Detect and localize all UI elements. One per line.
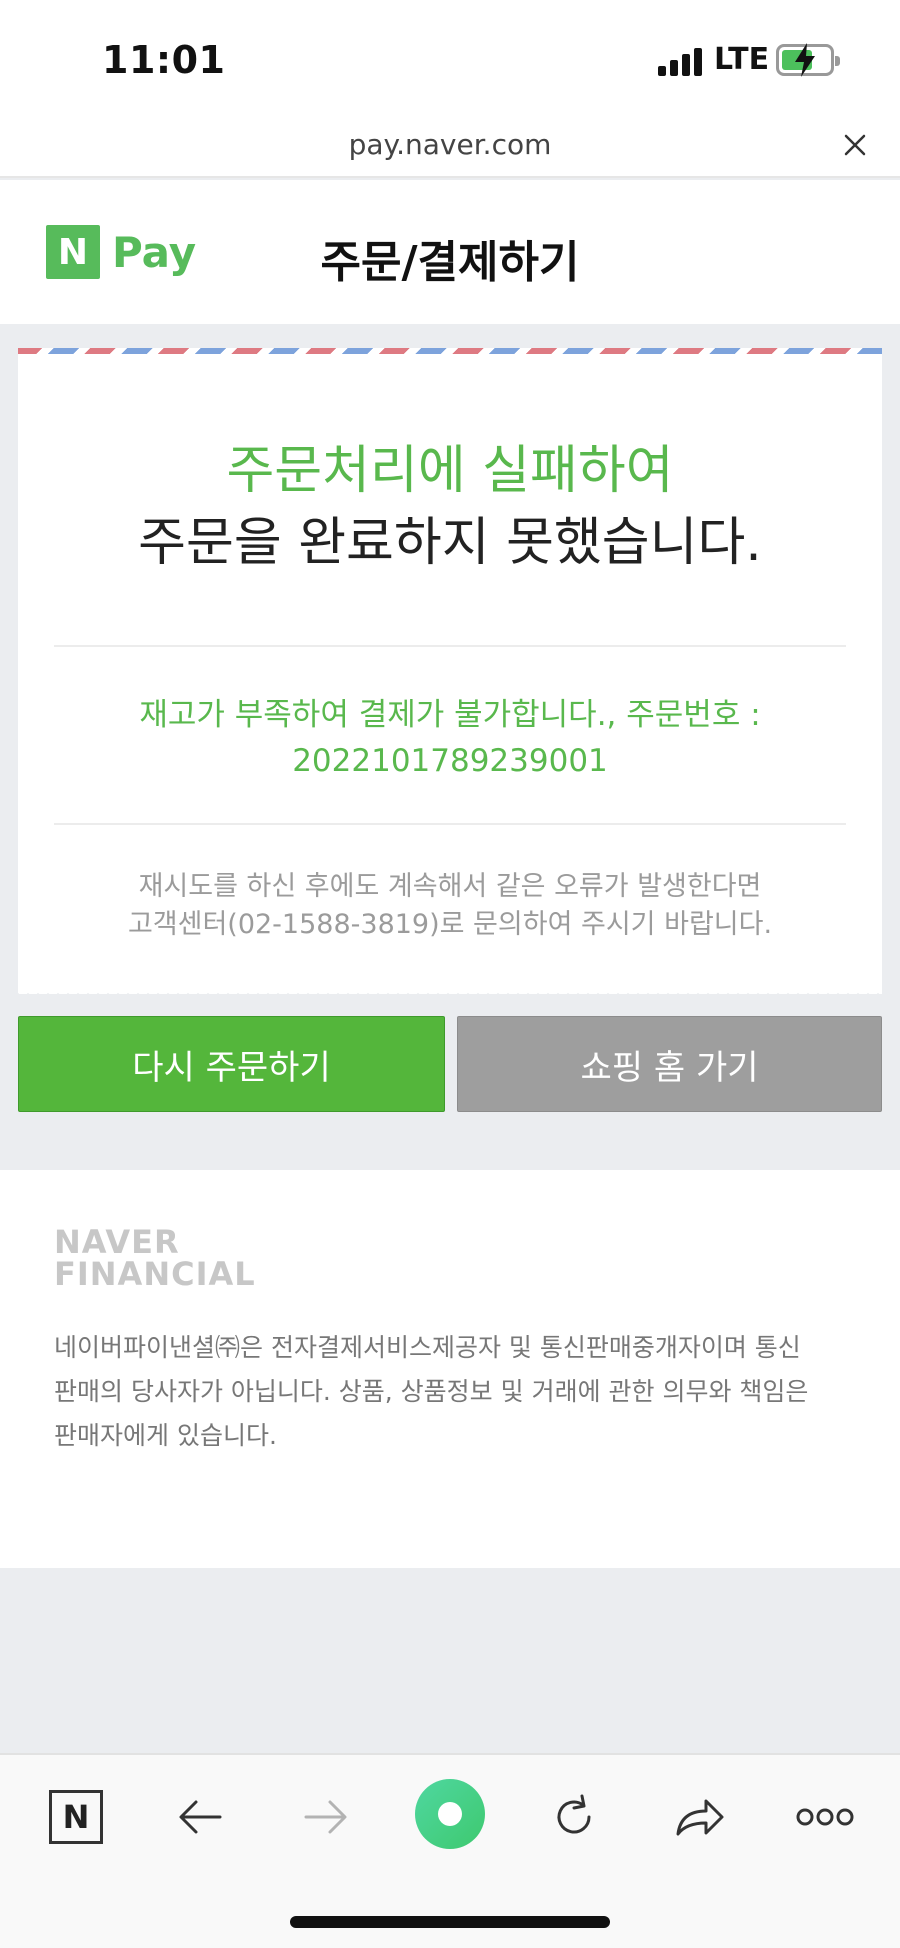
forward-arrow-icon[interactable] — [296, 1787, 356, 1847]
failure-subheadline: 주문을 완료하지 못했습니다. — [138, 513, 762, 573]
signal-icon — [658, 46, 704, 76]
order-number: 2022101789239001 — [292, 743, 608, 779]
disclaimer-line: 판매자에게 있습니다. — [54, 1421, 277, 1450]
status-time: 11:01 — [102, 38, 226, 82]
green-dot-icon[interactable] — [415, 1779, 485, 1849]
back-arrow-icon[interactable] — [170, 1787, 230, 1847]
url-bar: pay.naver.com — [0, 118, 900, 178]
help-text: 재시도를 하신 후에도 계속해서 같은 오류가 발생한다면 고객센터(02-15… — [18, 868, 882, 944]
page-title: 주문/결제하기 — [320, 237, 580, 288]
disclaimer-line: 판매의 당사자가 아닙니다. 상품, 상품정보 및 거래에 관한 의무와 책임은 — [54, 1377, 809, 1406]
reason-line: 재고가 부족하여 결제가 불가합니다., 주문번호 : — [139, 697, 761, 733]
status-bar: 11:01 LTE — [0, 0, 900, 118]
receipt-edge — [18, 990, 882, 1000]
page-header: N Pay 주문/결제하기 — [0, 180, 900, 324]
naver-n-icon: N — [49, 1790, 103, 1844]
close-icon[interactable] — [840, 130, 870, 160]
naver-home-button[interactable]: N — [46, 1787, 106, 1847]
disclaimer-line: 네이버파이낸셜㈜은 전자결제서비스제공자 및 통신판매중개자이며 통신 — [54, 1333, 801, 1362]
logo-line: NAVER — [54, 1223, 180, 1261]
share-icon[interactable] — [670, 1787, 730, 1847]
footer: NAVER FINANCIAL 네이버파이낸셜㈜은 전자결제서비스제공자 및 통… — [0, 1170, 900, 1568]
network-type: LTE — [714, 42, 770, 77]
failure-reason: 재고가 부족하여 결제가 불가합니다., 주문번호 : 202210178923… — [18, 692, 882, 784]
battery-icon — [776, 43, 840, 77]
refresh-icon[interactable] — [544, 1787, 604, 1847]
result-card: 주문처리에 실패하여 주문을 완료하지 못했습니다. 재고가 부족하여 결제가 … — [18, 348, 882, 994]
help-line: 고객센터(02-1588-3819)로 문의하여 주시기 바랍니다. — [127, 909, 773, 940]
naver-financial-logo: NAVER FINANCIAL — [54, 1226, 256, 1290]
home-indicator — [290, 1916, 610, 1928]
footer-disclaimer: 네이버파이낸셜㈜은 전자결제서비스제공자 및 통신판매중개자이며 통신 판매의 … — [54, 1326, 854, 1458]
failure-headline: 주문처리에 실패하여 — [226, 441, 674, 501]
help-line: 재시도를 하신 후에도 계속해서 같은 오류가 발생한다면 — [138, 871, 762, 902]
divider — [54, 823, 846, 825]
retry-order-button[interactable]: 다시 주문하기 — [18, 1016, 445, 1112]
shopping-home-button[interactable]: 쇼핑 홈 가기 — [457, 1016, 882, 1112]
airmail-border — [18, 348, 882, 354]
more-icon[interactable] — [795, 1787, 855, 1847]
divider — [54, 645, 846, 647]
logo-line: FINANCIAL — [54, 1255, 256, 1293]
url-text: pay.naver.com — [348, 128, 552, 161]
